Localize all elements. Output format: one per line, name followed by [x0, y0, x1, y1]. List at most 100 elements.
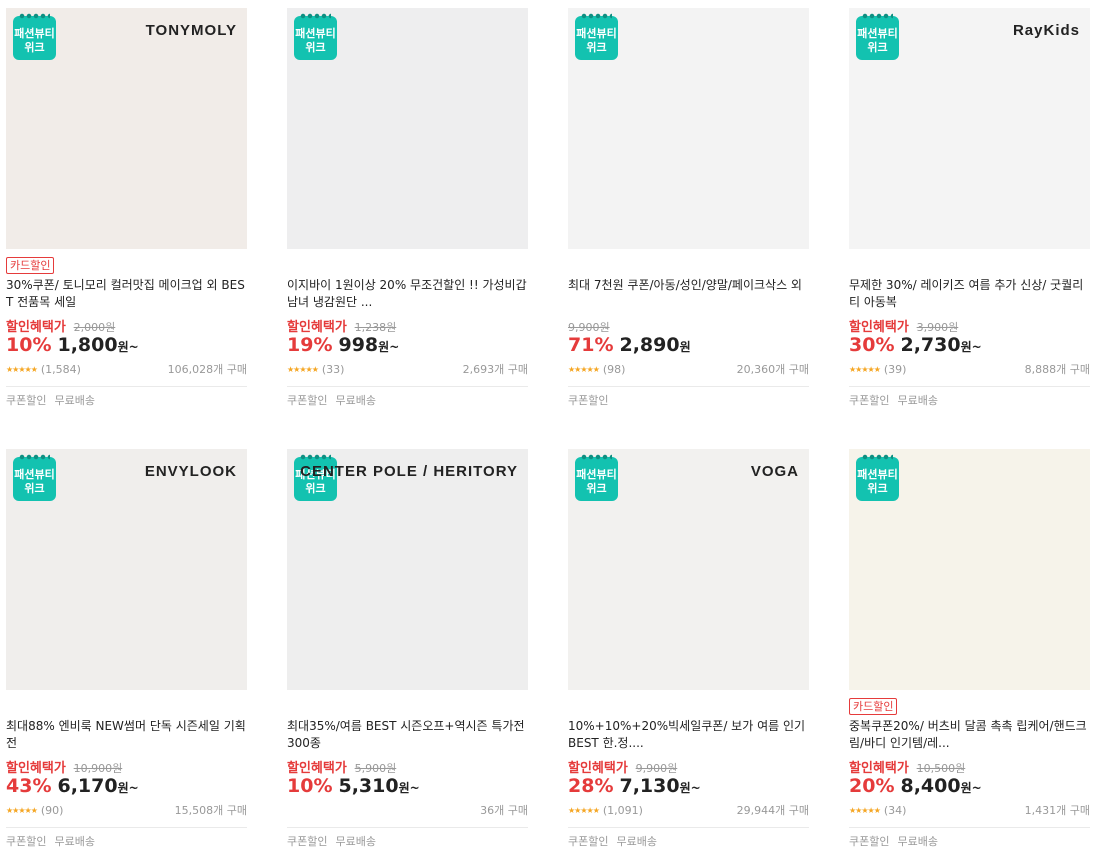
sale-price-row: 10% 5,310원~ — [287, 775, 420, 799]
benefit-tag: 무료배송 — [54, 394, 95, 407]
product-title[interactable]: 최대88% 엔비룩 NEW썸머 단독 시즌세일 기획전 — [6, 718, 247, 752]
benefit-price-label: 할인혜택가 — [6, 761, 66, 776]
product-card[interactable]: 패션뷰티 위크 VOGA 10%+10%+20%빅세일쿠폰/ 보가 여름 인기B… — [568, 449, 809, 849]
benefit-tag: 쿠폰할인 — [568, 394, 609, 407]
badge-line2: 위크 — [867, 41, 888, 54]
divider — [849, 386, 1090, 387]
benefit-tags: 쿠폰할인 무료배송 — [6, 835, 103, 849]
review-count: (1,584) — [40, 363, 81, 376]
star-rating-icon: ★★★★★ — [287, 365, 319, 374]
brand-logo: TONYMOLY — [145, 22, 237, 39]
divider — [6, 386, 247, 387]
sale-price: 5,310 — [338, 775, 399, 797]
product-card[interactable]: 패션뷰티 위크 RayKids 무제한 30%/ 레이키즈 여름 추가 신상/ … — [849, 8, 1090, 408]
review-count: (1,091) — [602, 804, 643, 817]
benefit-tags: 쿠폰할인 무료배송 — [287, 835, 384, 849]
product-card[interactable]: 패션뷰티 위크 최대 7천원 쿠폰/아동/성인/양말/페이크삭스 외 9,900… — [568, 8, 809, 408]
product-image[interactable]: 패션뷰티 위크 CENTER POLE / HERITORY — [287, 449, 528, 690]
sale-price: 2,730 — [900, 334, 961, 356]
benefit-tag: 쿠폰할인 — [6, 835, 47, 848]
sale-price-row: 19% 998원~ — [287, 334, 399, 358]
brand-logo: RayKids — [1012, 22, 1080, 39]
benefit-tag: 무료배송 — [616, 835, 657, 848]
sale-price: 8,400 — [900, 775, 961, 797]
sale-price-row: 43% 6,170원~ — [6, 775, 139, 799]
product-card[interactable]: 패션뷰티 위크 ENVYLOOK 최대88% 엔비룩 NEW썸머 단독 시즌세일… — [6, 449, 247, 849]
benefit-price-label: 할인혜택가 — [6, 320, 66, 335]
badge-line1: 패션뷰티 — [576, 468, 617, 481]
rating-row: ★★★★★ (98) 20,360개 구매 — [568, 363, 809, 377]
benefit-tag: 무료배송 — [335, 394, 376, 407]
divider — [568, 386, 809, 387]
sale-price-row: 71% 2,890원 — [568, 334, 691, 358]
star-rating-icon: ★★★★★ — [849, 806, 881, 815]
fashion-beauty-week-badge: 패션뷰티 위크 — [13, 13, 56, 60]
product-image[interactable]: 패션뷰티 위크 — [568, 8, 809, 249]
divider — [287, 386, 528, 387]
discount-rate: 71% — [568, 334, 614, 356]
original-price: 10,500원 — [916, 762, 966, 775]
rating-row: ★★★★★ (90) 15,508개 구매 — [6, 804, 247, 818]
product-image[interactable]: 패션뷰티 위크 TONYMOLY — [6, 8, 247, 249]
benefit-tags: 쿠폰할인 무료배송 — [849, 835, 946, 849]
product-grid: 패션뷰티 위크 TONYMOLY 카드할인 30%쿠폰/ 토니모리 컬러맛집 메… — [0, 0, 1098, 854]
product-card[interactable]: 패션뷰티 위크 이지바이 1원이상 20% 무조건할인 !! 가성비갑 남녀 냉… — [287, 8, 528, 408]
product-title[interactable]: 최대 7천원 쿠폰/아동/성인/양말/페이크삭스 외 — [568, 277, 809, 294]
benefit-price-label: 할인혜택가 — [568, 761, 628, 776]
divider — [849, 827, 1090, 828]
price-original-row: 할인혜택가 10,500원 — [849, 761, 965, 776]
benefit-tags: 쿠폰할인 무료배송 — [849, 394, 946, 408]
divider — [287, 827, 528, 828]
original-price: 9,900원 — [568, 321, 610, 334]
purchase-count: 1,431개 구매 — [1024, 804, 1090, 817]
discount-rate: 10% — [6, 334, 52, 356]
product-card[interactable]: 패션뷰티 위크 카드할인 중복쿠폰20%/ 버츠비 달콤 촉촉 립케어/핸드크림… — [849, 449, 1090, 849]
benefit-tag: 쿠폰할인 — [849, 394, 890, 407]
purchase-count: 2,693개 구매 — [462, 363, 528, 376]
product-title[interactable]: 중복쿠폰20%/ 버츠비 달콤 촉촉 립케어/핸드크림/바디 인기템/레... — [849, 718, 1090, 752]
badge-line1: 패션뷰티 — [857, 27, 898, 40]
badge-line1: 패션뷰티 — [857, 468, 898, 481]
card-discount-tag: 카드할인 — [6, 257, 55, 274]
benefit-tag: 무료배송 — [897, 394, 938, 407]
price-unit: 원~ — [960, 781, 982, 795]
original-price: 10,900원 — [73, 762, 123, 775]
star-rating-icon: ★★★★★ — [568, 806, 600, 815]
purchase-count: 36개 구매 — [480, 804, 528, 817]
benefit-tag: 쿠폰할인 — [6, 394, 47, 407]
price-unit: 원~ — [398, 781, 420, 795]
star-rating-icon: ★★★★★ — [849, 365, 881, 374]
product-title[interactable]: 30%쿠폰/ 토니모리 컬러맛집 메이크업 외 BEST 전품목 세일 — [6, 277, 247, 311]
brand-logo: ENVYLOOK — [144, 463, 237, 480]
discount-rate: 28% — [568, 775, 614, 797]
product-card[interactable]: 패션뷰티 위크 CENTER POLE / HERITORY 최대35%/여름 … — [287, 449, 528, 849]
brand-logo: VOGA — [750, 463, 799, 480]
purchase-count: 20,360개 구매 — [736, 363, 809, 376]
review-count: (33) — [321, 363, 345, 376]
price-unit: 원~ — [378, 340, 400, 354]
price-unit: 원 — [679, 340, 691, 354]
product-image[interactable]: 패션뷰티 위크 — [287, 8, 528, 249]
rating-row: ★★★★★ (33) 2,693개 구매 — [287, 363, 528, 377]
price-unit: 원~ — [117, 340, 139, 354]
product-title[interactable]: 무제한 30%/ 레이키즈 여름 추가 신상/ 굿퀄리티 아동복 — [849, 277, 1090, 311]
product-card[interactable]: 패션뷰티 위크 TONYMOLY 카드할인 30%쿠폰/ 토니모리 컬러맛집 메… — [6, 8, 247, 408]
product-title[interactable]: 최대35%/여름 BEST 시즌오프+역시즌 특가전 300종 — [287, 718, 528, 752]
brand-logo: CENTER POLE / HERITORY — [300, 463, 518, 480]
sale-price: 998 — [338, 334, 379, 356]
sale-price-row: 20% 8,400원~ — [849, 775, 982, 799]
price-original-row: 할인혜택가 2,000원 — [6, 320, 115, 335]
product-image[interactable]: 패션뷰티 위크 — [849, 449, 1090, 690]
product-image[interactable]: 패션뷰티 위크 ENVYLOOK — [6, 449, 247, 690]
benefit-tag: 쿠폰할인 — [849, 835, 890, 848]
product-image[interactable]: 패션뷰티 위크 RayKids — [849, 8, 1090, 249]
product-title[interactable]: 10%+10%+20%빅세일쿠폰/ 보가 여름 인기BEST 한.정.... — [568, 718, 809, 752]
discount-rate: 43% — [6, 775, 52, 797]
product-image[interactable]: 패션뷰티 위크 VOGA — [568, 449, 809, 690]
price-original-row: 할인혜택가 5,900원 — [287, 761, 396, 776]
product-title[interactable]: 이지바이 1원이상 20% 무조건할인 !! 가성비갑 남녀 냉감원단 ... — [287, 277, 528, 311]
star-rating-icon: ★★★★★ — [568, 365, 600, 374]
benefit-tag: 무료배송 — [54, 835, 95, 848]
benefit-tags: 쿠폰할인 무료배송 — [568, 835, 665, 849]
discount-rate: 10% — [287, 775, 333, 797]
